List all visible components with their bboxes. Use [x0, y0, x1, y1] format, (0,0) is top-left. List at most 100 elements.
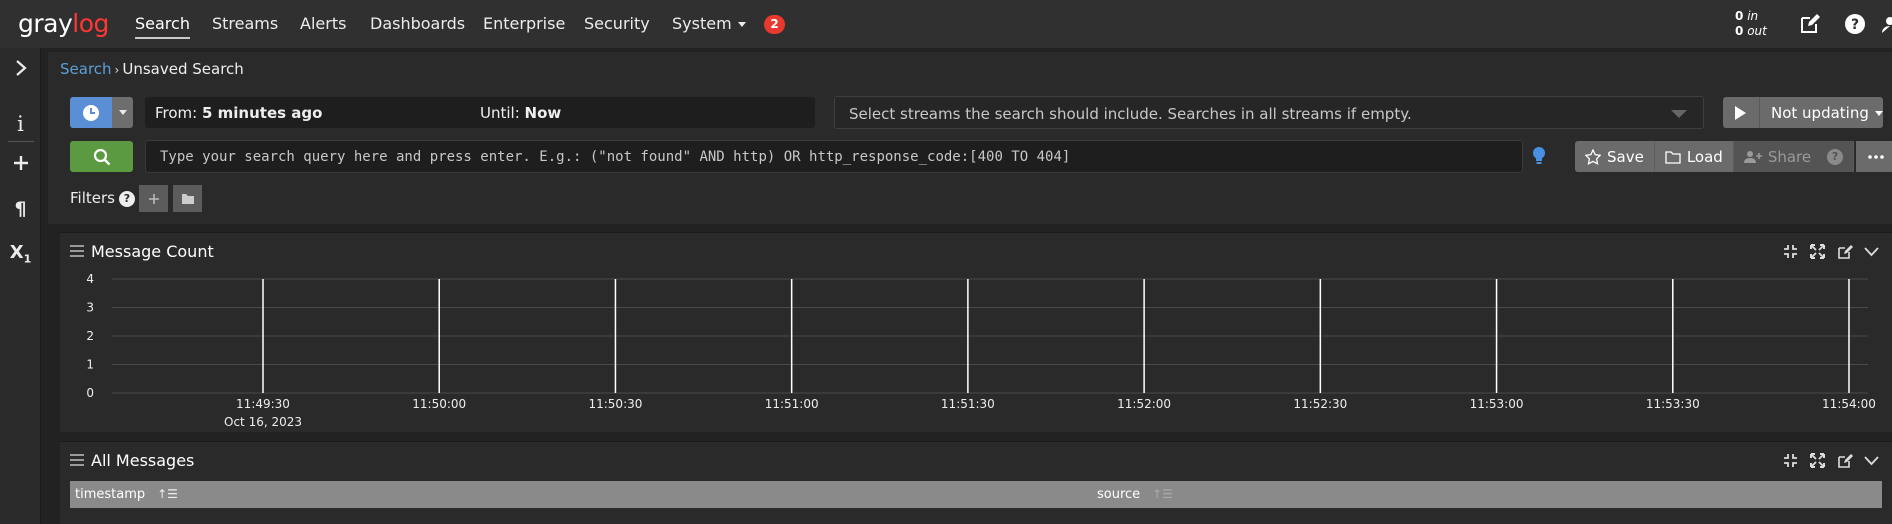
chevron-down-icon[interactable]: [1863, 243, 1880, 260]
filters-help-icon[interactable]: ?: [118, 190, 135, 207]
drag-handle-icon[interactable]: [70, 245, 84, 260]
user-icon[interactable]: [1880, 12, 1892, 36]
nav-dashboards[interactable]: Dashboards: [370, 14, 465, 33]
x-date-label: Oct 16, 2023: [224, 415, 302, 429]
time-range-button[interactable]: [70, 97, 112, 128]
load-button[interactable]: Load: [1654, 141, 1734, 172]
widget-title: Message Count: [91, 242, 214, 261]
refresh-divider: [1759, 97, 1760, 128]
x-tick-label: 11:52:00: [1117, 397, 1171, 411]
time-range-dropdown[interactable]: [112, 97, 133, 128]
y-tick-label: 4: [86, 272, 94, 286]
user-plus-icon: [1743, 150, 1762, 163]
y-tick-label: 2: [86, 329, 94, 343]
load-label: Load: [1686, 147, 1723, 166]
chevron-down-icon[interactable]: [1863, 452, 1880, 469]
compress-icon[interactable]: [1782, 452, 1799, 469]
sidebar-divider: [8, 141, 34, 142]
add-filter-button[interactable]: [139, 185, 168, 212]
streams-placeholder: Select streams the search should include…: [849, 105, 1412, 123]
save-button[interactable]: Save: [1575, 141, 1655, 172]
x-tick-label: 11:51:30: [941, 397, 995, 411]
info-icon[interactable]: i: [0, 112, 41, 136]
messages-table-header: timestamp ↑☰ source ↑☰: [70, 481, 1882, 508]
chart-bar[interactable]: [1848, 279, 1850, 393]
folder-icon: [1665, 150, 1681, 164]
widget-actions: [1782, 243, 1880, 260]
search-icon: [93, 148, 110, 165]
more-actions-button[interactable]: [1856, 141, 1892, 172]
scratchpad-edit-icon[interactable]: [1798, 12, 1822, 36]
breadcrumb-current: Unsaved Search: [122, 60, 244, 78]
refresh-controls[interactable]: Not updating: [1723, 97, 1883, 128]
ellipsis-icon: [1868, 154, 1884, 159]
caret-down-icon: [1874, 111, 1883, 116]
x-tick-label: 11:52:30: [1293, 397, 1347, 411]
dropdown-arrow-icon: [1671, 110, 1687, 118]
share-help-icon[interactable]: ?: [1827, 148, 1844, 165]
nav-system[interactable]: System: [672, 14, 746, 33]
throughput-out-label: out: [1747, 24, 1767, 38]
notification-badge[interactable]: 2: [764, 15, 785, 34]
x-tick-label: 11:49:30: [236, 397, 290, 411]
play-icon[interactable]: [1735, 106, 1746, 120]
y-tick-label: 3: [86, 301, 94, 315]
graylog-logo[interactable]: graylog: [18, 9, 109, 38]
y-tick-label: 0: [86, 386, 94, 400]
breadcrumb-search-link[interactable]: Search: [60, 60, 112, 78]
throughput-in-value: 0: [1735, 9, 1744, 23]
nav-enterprise[interactable]: Enterprise: [483, 14, 565, 33]
chart-bar[interactable]: [262, 279, 264, 393]
help-icon[interactable]: ?: [1843, 12, 1867, 36]
expand-icon[interactable]: [1809, 243, 1826, 260]
throughput-out-value: 0: [1735, 24, 1744, 38]
search-submit-button[interactable]: [70, 141, 133, 172]
folder-icon: [181, 193, 194, 204]
chevron-right-icon[interactable]: [0, 58, 41, 82]
streams-select[interactable]: Select streams the search should include…: [834, 96, 1704, 129]
widget-title: All Messages: [91, 451, 195, 470]
time-until: Until: Now: [480, 104, 562, 122]
svg-text:?: ?: [1851, 17, 1859, 33]
throughput-indicator[interactable]: 0 in 0 out: [1735, 9, 1767, 39]
breadcrumb: Search › Unsaved Search: [60, 60, 244, 78]
plus-icon[interactable]: [0, 154, 41, 176]
nav-streams[interactable]: Streams: [212, 14, 278, 33]
column-header-timestamp[interactable]: timestamp ↑☰: [75, 487, 178, 502]
edit-icon[interactable]: [1836, 452, 1853, 469]
search-bar-area: [48, 52, 1892, 224]
chart-bar[interactable]: [1319, 279, 1322, 393]
chart-bar[interactable]: [790, 279, 793, 393]
time-range-display[interactable]: From: 5 minutes ago Until: Now: [145, 97, 815, 128]
nav-search[interactable]: Search: [135, 14, 190, 39]
drag-handle-icon[interactable]: [70, 454, 84, 469]
chart-bar[interactable]: [1495, 279, 1498, 393]
filter-folder-button[interactable]: [173, 185, 202, 212]
lightbulb-icon[interactable]: [1532, 146, 1546, 170]
star-icon: [1585, 148, 1601, 165]
chart-bar[interactable]: [1672, 279, 1674, 393]
pilcrow-icon[interactable]: ¶: [0, 198, 41, 220]
subscript-icon[interactable]: X1: [0, 242, 41, 266]
clock-icon: [83, 104, 99, 121]
x-tick-label: 11:53:30: [1646, 397, 1700, 411]
column-header-source[interactable]: source ↑☰: [1097, 487, 1173, 502]
filters-label: Filters?: [70, 189, 135, 207]
chart-bar[interactable]: [967, 279, 969, 393]
search-actions: Save Load Share ?: [1575, 141, 1892, 172]
chart-bar[interactable]: [438, 279, 440, 393]
edit-icon[interactable]: [1836, 243, 1853, 260]
share-button[interactable]: Share ?: [1733, 141, 1855, 172]
chart-bar[interactable]: [1143, 279, 1145, 393]
breadcrumb-separator: ›: [114, 63, 120, 77]
compress-icon[interactable]: [1782, 243, 1799, 260]
refresh-interval-dropdown[interactable]: Not updating: [1771, 104, 1883, 122]
nav-alerts[interactable]: Alerts: [300, 14, 346, 33]
x-tick-label: 11:50:00: [412, 397, 466, 411]
nav-security[interactable]: Security: [584, 14, 650, 33]
chart-bar[interactable]: [614, 279, 617, 393]
expand-icon[interactable]: [1809, 452, 1826, 469]
sort-icon[interactable]: ↑☰: [157, 487, 178, 501]
sort-icon[interactable]: ↑☰: [1152, 487, 1173, 501]
search-query-input[interactable]: [145, 140, 1523, 173]
